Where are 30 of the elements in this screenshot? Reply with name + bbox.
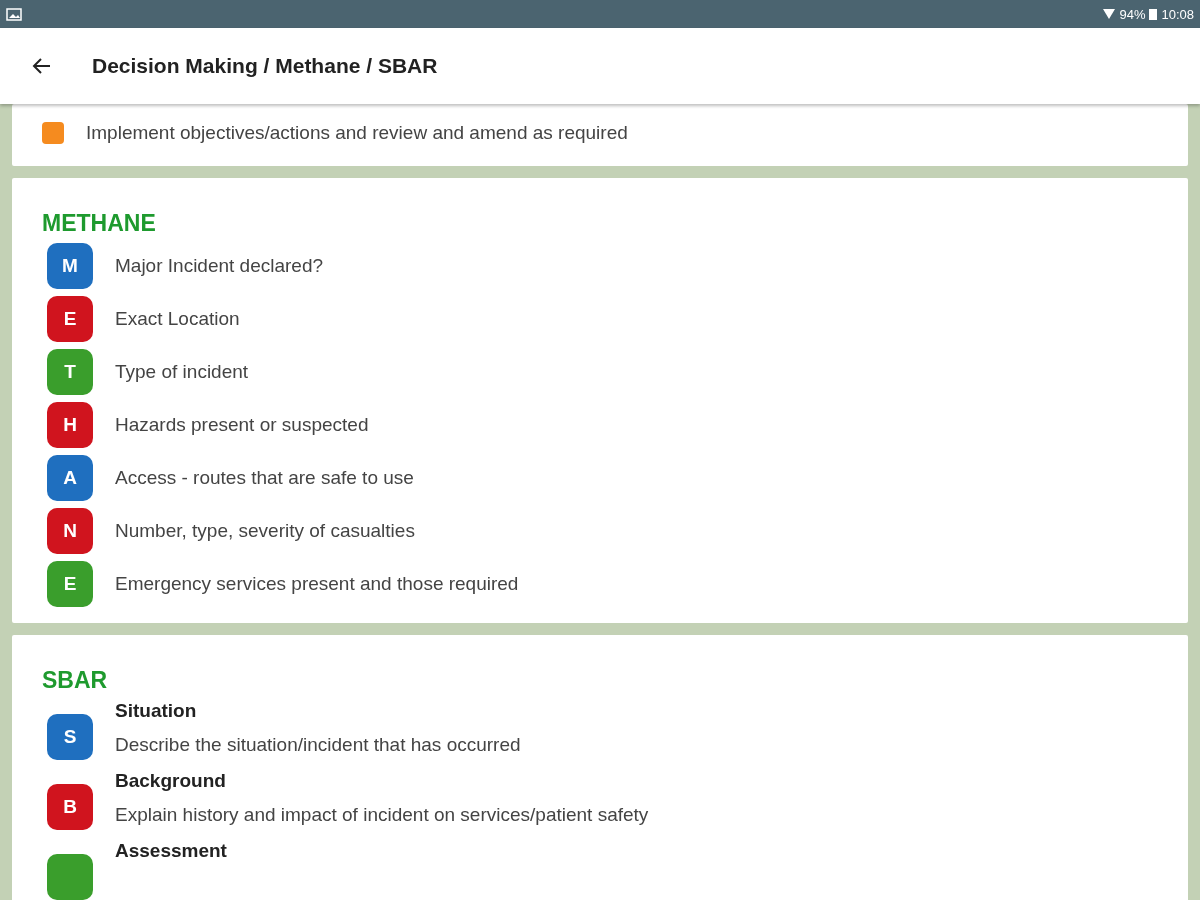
letter-badge: A	[47, 455, 93, 501]
item-text: Hazards present or suspected	[115, 414, 369, 436]
letter-badge: T	[47, 349, 93, 395]
item-text: Emergency services present and those required	[115, 573, 519, 595]
screen-title: Decision Making / Methane / SBAR	[92, 54, 438, 78]
item-text: Explain history and impact of incident on services/patient safety	[115, 804, 649, 826]
section-title: SBAR	[42, 667, 109, 694]
wifi-icon	[1103, 8, 1116, 20]
letter-badge: S	[47, 714, 93, 760]
item-text: Describe the situation/incident that has occurred	[115, 734, 521, 756]
clock-time: 10:08	[1161, 6, 1194, 22]
letter-badge: E	[47, 561, 93, 607]
section-title: METHANE	[42, 210, 157, 237]
item-text: Type of incident	[115, 361, 249, 383]
letter-badge: E	[47, 296, 93, 342]
item-heading: Background	[115, 770, 227, 792]
item-text: Access - routes that are safe to use	[115, 467, 414, 489]
letter-badge: M	[47, 243, 93, 289]
letter-badge: N	[47, 508, 93, 554]
picture-icon	[6, 7, 22, 21]
letter-badge: H	[47, 402, 93, 448]
item-text: Exact Location	[115, 308, 240, 330]
item-heading: Situation	[115, 700, 198, 722]
item-text: Implement objectives/actions and review and amend as required	[86, 122, 628, 144]
battery-level: 94%	[1119, 6, 1146, 22]
item-text: Number, type, severity of casualties	[115, 520, 415, 542]
battery-icon	[1149, 8, 1158, 20]
item-heading: Assessment	[115, 840, 227, 862]
item-text: Major Incident declared?	[115, 255, 324, 277]
letter-badge: B	[47, 784, 93, 830]
